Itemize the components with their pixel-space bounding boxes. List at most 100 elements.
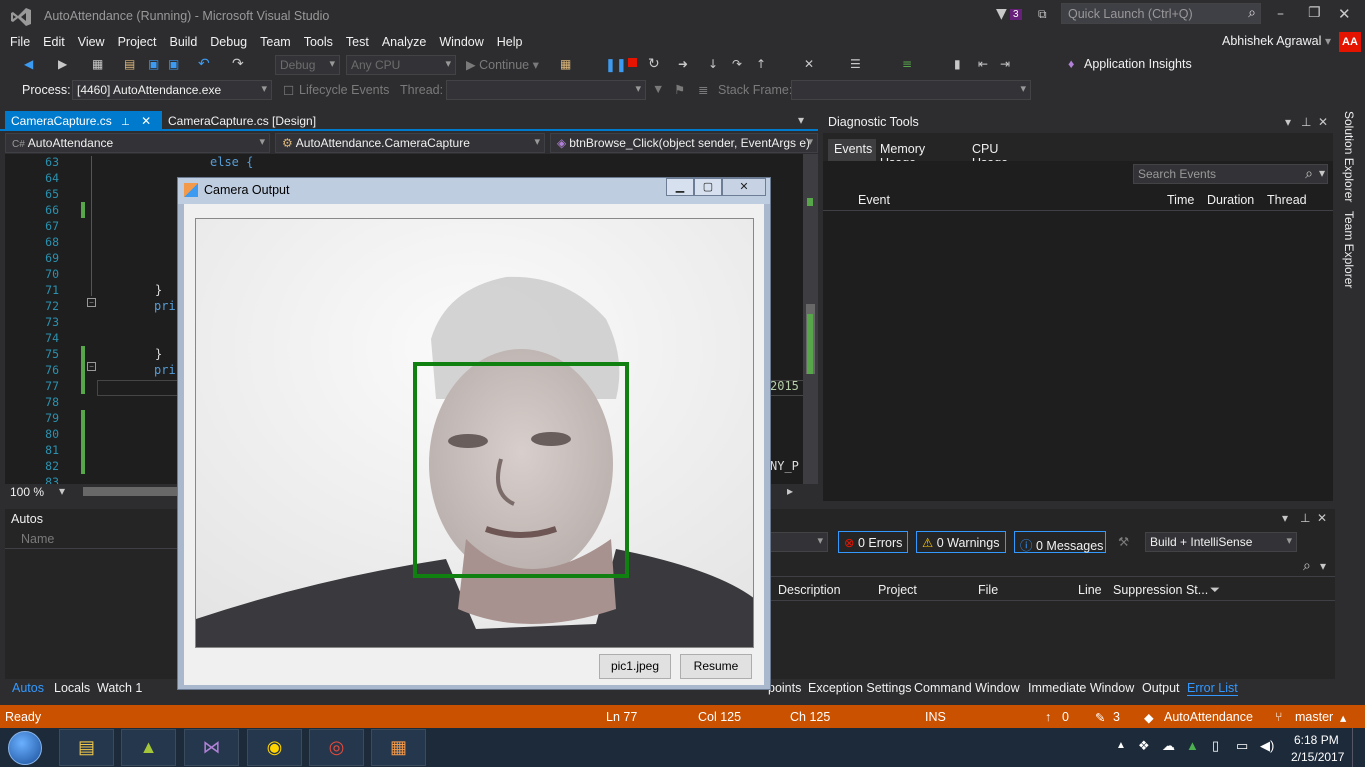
- tab-cameracapture-cs[interactable]: CameraCapture.cs ⊥ ✕: [5, 111, 162, 131]
- prev-bookmark-icon[interactable]: ⇤: [978, 57, 988, 71]
- tab-exception-settings[interactable]: Exception Settings: [808, 681, 912, 695]
- new-project-icon[interactable]: ▦: [92, 57, 103, 71]
- feedback-icon[interactable]: ⧉: [1038, 7, 1047, 22]
- col-name[interactable]: Name: [21, 532, 54, 546]
- menu-project[interactable]: Project: [118, 35, 157, 49]
- col-time[interactable]: Time: [1167, 193, 1194, 207]
- class-dropdown[interactable]: ⚙ AutoAttendance.CameraCapture: [275, 133, 545, 153]
- tab-autos[interactable]: Autos: [12, 681, 44, 695]
- col-project[interactable]: Project: [878, 583, 917, 597]
- close-button[interactable]: ✕: [1338, 5, 1351, 23]
- messages-filter-button[interactable]: ⓘ 0 Messages: [1014, 531, 1106, 553]
- branch-dropdown-icon[interactable]: ▴: [1340, 710, 1346, 725]
- camera-output-app-icon[interactable]: ▦: [371, 729, 426, 766]
- zoom-level[interactable]: 100 %: [10, 485, 44, 499]
- maximize-button[interactable]: ❐: [1308, 5, 1321, 21]
- publish-icon[interactable]: ↑: [1045, 710, 1051, 724]
- menu-window[interactable]: Window: [439, 35, 483, 49]
- build-intellisense-dropdown[interactable]: Build + IntelliSense: [1145, 532, 1297, 552]
- pencil-icon[interactable]: ✎: [1095, 710, 1105, 725]
- member-dropdown[interactable]: ◈ btnBrowse_Click(object sender, EventArg…: [550, 133, 818, 153]
- tab-output[interactable]: Output: [1142, 681, 1180, 695]
- start-button[interactable]: [8, 731, 42, 765]
- error-search-bar[interactable]: ⌕ ▾: [770, 557, 1335, 577]
- camera-output-titlebar[interactable]: Camera Output ▁ ▢ ✕: [178, 178, 770, 204]
- lightbulb-app-icon[interactable]: ◉: [247, 729, 302, 766]
- tab-cameracapture-design[interactable]: CameraCapture.cs [Design]: [162, 111, 332, 131]
- zoom-dropdown-icon[interactable]: ▾: [59, 484, 65, 498]
- tab-watch-1[interactable]: Watch 1: [97, 681, 142, 695]
- stop-icon[interactable]: [628, 58, 637, 67]
- restart-icon[interactable]: ↻: [648, 56, 660, 72]
- team-explorer-tab[interactable]: Team Explorer: [1342, 211, 1356, 288]
- forward-icon[interactable]: ▶: [58, 57, 67, 71]
- lifecycle-events-icon[interactable]: ☐: [283, 83, 294, 98]
- col-thread[interactable]: Thread: [1267, 193, 1307, 207]
- minimize-button[interactable]: –: [1277, 6, 1284, 22]
- pic1-jpeg-button[interactable]: pic1.jpeg: [599, 654, 671, 679]
- platform-dropdown[interactable]: Any CPU: [346, 55, 456, 75]
- save-icon[interactable]: ▣: [148, 57, 159, 71]
- editor-vertical-scrollbar[interactable]: [803, 154, 818, 484]
- avatar[interactable]: AA: [1339, 32, 1361, 52]
- dialog-minimize-button[interactable]: ▁: [666, 178, 694, 196]
- next-bookmark-icon[interactable]: ⇥: [1000, 57, 1010, 71]
- dialog-close-button[interactable]: ✕: [722, 178, 766, 196]
- collapse-icon[interactable]: −: [87, 298, 96, 307]
- menu-help[interactable]: Help: [497, 35, 523, 49]
- tab-command-window[interactable]: Command Window: [914, 681, 1020, 695]
- tab-locals[interactable]: Locals: [54, 681, 90, 695]
- tab-breakpoints[interactable]: points: [768, 681, 801, 695]
- lifecycle-events-dropdown[interactable]: Lifecycle Events: [299, 83, 389, 97]
- tab-cpu-usage[interactable]: CPU Usage: [966, 139, 1036, 170]
- filter-icon[interactable]: ▼: [652, 82, 664, 96]
- step-over-icon[interactable]: ↷: [732, 57, 742, 71]
- project-dropdown[interactable]: C# AutoAttendance: [5, 133, 270, 153]
- open-file-icon[interactable]: ▤: [124, 57, 135, 71]
- pause-icon[interactable]: ❚❚: [605, 57, 627, 73]
- comment-icon[interactable]: ☰: [850, 57, 861, 71]
- pin-icon[interactable]: ⊥: [1300, 511, 1310, 525]
- search-dropdown-icon[interactable]: ▾: [1319, 166, 1325, 180]
- show-hidden-icons[interactable]: ▲: [1116, 740, 1126, 751]
- battery-icon[interactable]: ▯: [1212, 738, 1219, 754]
- pin-icon[interactable]: ⊥: [121, 117, 130, 128]
- warnings-filter-button[interactable]: ⚠ 0 Warnings: [916, 531, 1006, 553]
- chrome-icon[interactable]: ◎: [309, 729, 364, 766]
- bookmark-icon[interactable]: ▮: [954, 57, 961, 71]
- google-drive-icon[interactable]: ▲: [1186, 738, 1199, 753]
- format-icon[interactable]: ≡: [902, 57, 912, 71]
- pending-changes-count[interactable]: 3: [1113, 710, 1120, 724]
- menu-debug[interactable]: Debug: [210, 35, 247, 49]
- process-dropdown[interactable]: [4460] AutoAttendance.exe: [72, 80, 272, 100]
- scroll-right-icon[interactable]: ▸: [787, 484, 793, 498]
- branch-name[interactable]: master: [1295, 710, 1333, 724]
- breakpoint-toggle-icon[interactable]: ✕: [804, 57, 814, 71]
- search-dropdown-icon[interactable]: ▾: [1320, 559, 1326, 573]
- tab-error-list[interactable]: Error List: [1187, 681, 1238, 696]
- col-line[interactable]: Line: [1078, 583, 1102, 597]
- col-duration[interactable]: Duration: [1207, 193, 1254, 207]
- user-name[interactable]: Abhishek Agrawal: [1222, 34, 1321, 48]
- unpushed-count[interactable]: 0: [1062, 710, 1069, 724]
- onedrive-icon[interactable]: ☁: [1162, 738, 1175, 754]
- volume-icon[interactable]: ◀): [1260, 738, 1274, 754]
- close-panel-icon[interactable]: ✕: [1317, 511, 1327, 525]
- file-explorer-icon[interactable]: ▤: [59, 729, 114, 766]
- step-out-icon[interactable]: ↑: [756, 57, 766, 71]
- continue-button[interactable]: ▶ Continue ▾: [466, 57, 539, 72]
- quick-launch-input[interactable]: Quick Launch (Ctrl+Q) ⌕: [1061, 3, 1261, 24]
- menu-test[interactable]: Test: [346, 35, 369, 49]
- close-tab-icon[interactable]: ✕: [141, 114, 151, 128]
- errors-filter-button[interactable]: ⊗ 0 Errors: [838, 531, 908, 553]
- clock-time[interactable]: 6:18 PM: [1294, 733, 1339, 747]
- undo-icon[interactable]: ↶: [198, 56, 210, 72]
- menu-tools[interactable]: Tools: [304, 35, 333, 49]
- filter-toggle-icon[interactable]: ⚒: [1118, 534, 1129, 549]
- user-dropdown-icon[interactable]: ▾: [1325, 34, 1331, 48]
- tab-events[interactable]: Events: [828, 139, 876, 161]
- menu-build[interactable]: Build: [169, 35, 197, 49]
- repo-name[interactable]: AutoAttendance: [1164, 710, 1253, 724]
- close-panel-icon[interactable]: ✕: [1318, 115, 1328, 129]
- menu-file[interactable]: File: [10, 35, 30, 49]
